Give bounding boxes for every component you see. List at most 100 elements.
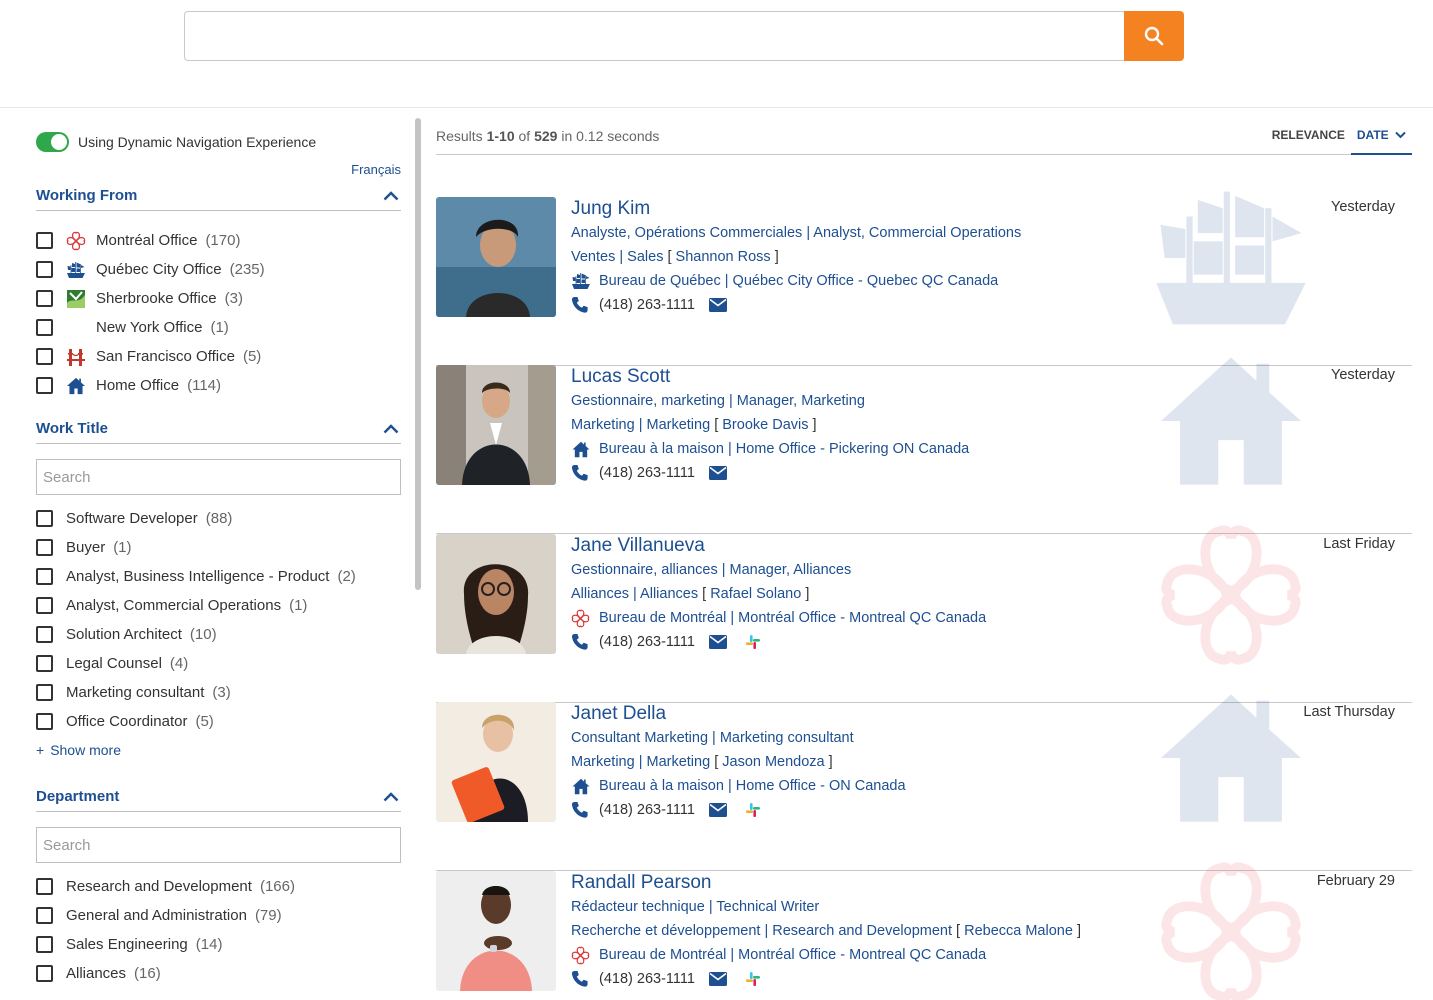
result-card[interactable]: Jane Villanueva Gestionnaire, alliances … xyxy=(436,534,1412,703)
search-icon xyxy=(1144,26,1164,46)
checkbox[interactable] xyxy=(36,568,53,585)
facet-item-san-francisco[interactable]: San Francisco Office (5) xyxy=(36,342,401,371)
checkbox[interactable] xyxy=(36,626,53,643)
facet-item[interactable]: Office Coordinator (5) xyxy=(36,707,401,736)
facet-item-new-york[interactable]: New York Office (1) xyxy=(36,313,401,342)
facet-item[interactable]: Software Developer (88) xyxy=(36,504,401,533)
profile-photo[interactable] xyxy=(436,197,556,317)
facet-header[interactable]: Working From xyxy=(36,181,401,211)
email-icon[interactable] xyxy=(708,633,729,651)
facet-item-count: (16) xyxy=(134,965,161,982)
manager-link[interactable]: Shannon Ross xyxy=(676,249,771,265)
profile-photo[interactable] xyxy=(436,534,556,654)
email-icon[interactable] xyxy=(708,464,729,482)
facet-item[interactable]: Legal Counsel (4) xyxy=(36,649,401,678)
show-more-link[interactable]: + Show more xyxy=(36,736,401,764)
work-title-search-input[interactable] xyxy=(36,459,401,495)
facet-item-count: (170) xyxy=(205,232,241,249)
sidebar-scrollbar[interactable] xyxy=(415,118,421,590)
checkbox[interactable] xyxy=(36,878,53,895)
profile-photo[interactable] xyxy=(436,702,556,822)
checkbox[interactable] xyxy=(36,713,53,730)
department-link[interactable]: Ventes | Sales xyxy=(571,249,663,265)
facet-item[interactable]: Alliances (16) xyxy=(36,959,401,988)
facet-item[interactable]: Analyst, Business Intelligence - Product… xyxy=(36,562,401,591)
manager-link[interactable]: Rafael Solano xyxy=(710,586,801,602)
checkbox[interactable] xyxy=(36,539,53,556)
manager-link[interactable]: Rebecca Malone xyxy=(964,923,1073,939)
department-link[interactable]: Recherche et développement | Research an… xyxy=(571,923,952,939)
manager-link[interactable]: Jason Mendoza xyxy=(722,754,824,770)
facet-item[interactable]: Buyer (1) xyxy=(36,533,401,562)
email-icon[interactable] xyxy=(708,970,729,988)
email-icon[interactable] xyxy=(708,801,729,819)
checkbox[interactable] xyxy=(36,290,53,307)
checkbox[interactable] xyxy=(36,597,53,614)
phone-number[interactable]: (418) 263-1111 xyxy=(599,461,695,485)
facet-item-label: New York Office xyxy=(96,319,203,336)
facet-item-count: (10) xyxy=(189,626,217,643)
phone-number[interactable]: (418) 263-1111 xyxy=(599,293,695,317)
checkbox[interactable] xyxy=(36,907,53,924)
department-link[interactable]: Marketing | Marketing xyxy=(571,754,710,770)
profile-photo[interactable] xyxy=(436,365,556,485)
facet-item[interactable]: Marketing consultant (3) xyxy=(36,678,401,707)
language-link[interactable]: Français xyxy=(351,162,401,177)
result-card[interactable]: Randall Pearson Rédacteur technique | Te… xyxy=(436,871,1412,1000)
plus-icon: + xyxy=(36,742,45,758)
chevron-up-icon[interactable] xyxy=(381,189,401,203)
result-card[interactable]: Lucas Scott Gestionnaire, marketing | Ma… xyxy=(436,365,1412,534)
facet-item[interactable]: Solution Architect (10) xyxy=(36,620,401,649)
chevron-down-icon xyxy=(1395,131,1406,139)
facet-department: Department Research and Development (166)… xyxy=(36,782,401,988)
department-search-input[interactable] xyxy=(36,827,401,863)
chevron-up-icon[interactable] xyxy=(381,422,401,436)
facet-item[interactable]: Sales Engineering (14) xyxy=(36,930,401,959)
profile-photo[interactable] xyxy=(436,871,556,991)
result-card[interactable]: Janet Della Consultant Marketing | Marke… xyxy=(436,702,1412,871)
office-label: Bureau de Montréal | Montréal Office - M… xyxy=(599,947,987,963)
slack-icon[interactable] xyxy=(745,633,765,651)
dynamic-navigation-toggle[interactable] xyxy=(36,132,69,152)
facet-item-home-office[interactable]: Home Office (114) xyxy=(36,371,401,400)
checkbox[interactable] xyxy=(36,348,53,365)
checkbox[interactable] xyxy=(36,655,53,672)
facet-title: Working From xyxy=(36,187,138,204)
search-button[interactable] xyxy=(1124,11,1184,61)
facet-header[interactable]: Department xyxy=(36,782,401,812)
sort-date[interactable]: DATE xyxy=(1350,122,1412,155)
bracket-close: ] xyxy=(812,417,817,433)
slack-icon[interactable] xyxy=(745,970,765,988)
department-link[interactable]: Alliances | Alliances xyxy=(571,586,698,602)
facet-item-montreal[interactable]: Montréal Office (170) xyxy=(36,226,401,255)
phone-icon xyxy=(571,296,591,314)
search-input[interactable] xyxy=(184,11,1125,61)
phone-number[interactable]: (418) 263-1111 xyxy=(599,630,695,654)
department-link[interactable]: Marketing | Marketing xyxy=(571,417,710,433)
facet-item-sherbrooke[interactable]: Sherbrooke Office (3) xyxy=(36,284,401,313)
phone-number[interactable]: (418) 263-1111 xyxy=(599,967,695,991)
checkbox[interactable] xyxy=(36,936,53,953)
facet-item[interactable]: Research and Development (166) xyxy=(36,872,401,901)
checkbox[interactable] xyxy=(36,232,53,249)
checkbox[interactable] xyxy=(36,965,53,982)
phone-number[interactable]: (418) 263-1111 xyxy=(599,798,695,822)
manager-link[interactable]: Brooke Davis xyxy=(722,417,808,433)
chevron-up-icon[interactable] xyxy=(381,790,401,804)
facet-item[interactable]: General and Administration (79) xyxy=(36,901,401,930)
sort-options: RELEVANCE DATE xyxy=(1266,122,1412,155)
checkbox[interactable] xyxy=(36,684,53,701)
office-label: Bureau à la maison | Home Office - ON Ca… xyxy=(599,778,906,794)
checkbox[interactable] xyxy=(36,319,53,336)
email-icon[interactable] xyxy=(708,296,729,314)
facet-item-quebec[interactable]: Québec City Office (235) xyxy=(36,255,401,284)
slack-icon[interactable] xyxy=(745,801,765,819)
sort-relevance[interactable]: RELEVANCE xyxy=(1266,122,1351,155)
facet-item[interactable]: Analyst, Commercial Operations (1) xyxy=(36,591,401,620)
checkbox[interactable] xyxy=(36,261,53,278)
result-card[interactable]: Jung Kim Analyste, Opérations Commercial… xyxy=(436,197,1412,366)
checkbox[interactable] xyxy=(36,377,53,394)
checkbox[interactable] xyxy=(36,510,53,527)
facet-header[interactable]: Work Title xyxy=(36,414,401,444)
home-watermark-icon xyxy=(1148,351,1314,501)
